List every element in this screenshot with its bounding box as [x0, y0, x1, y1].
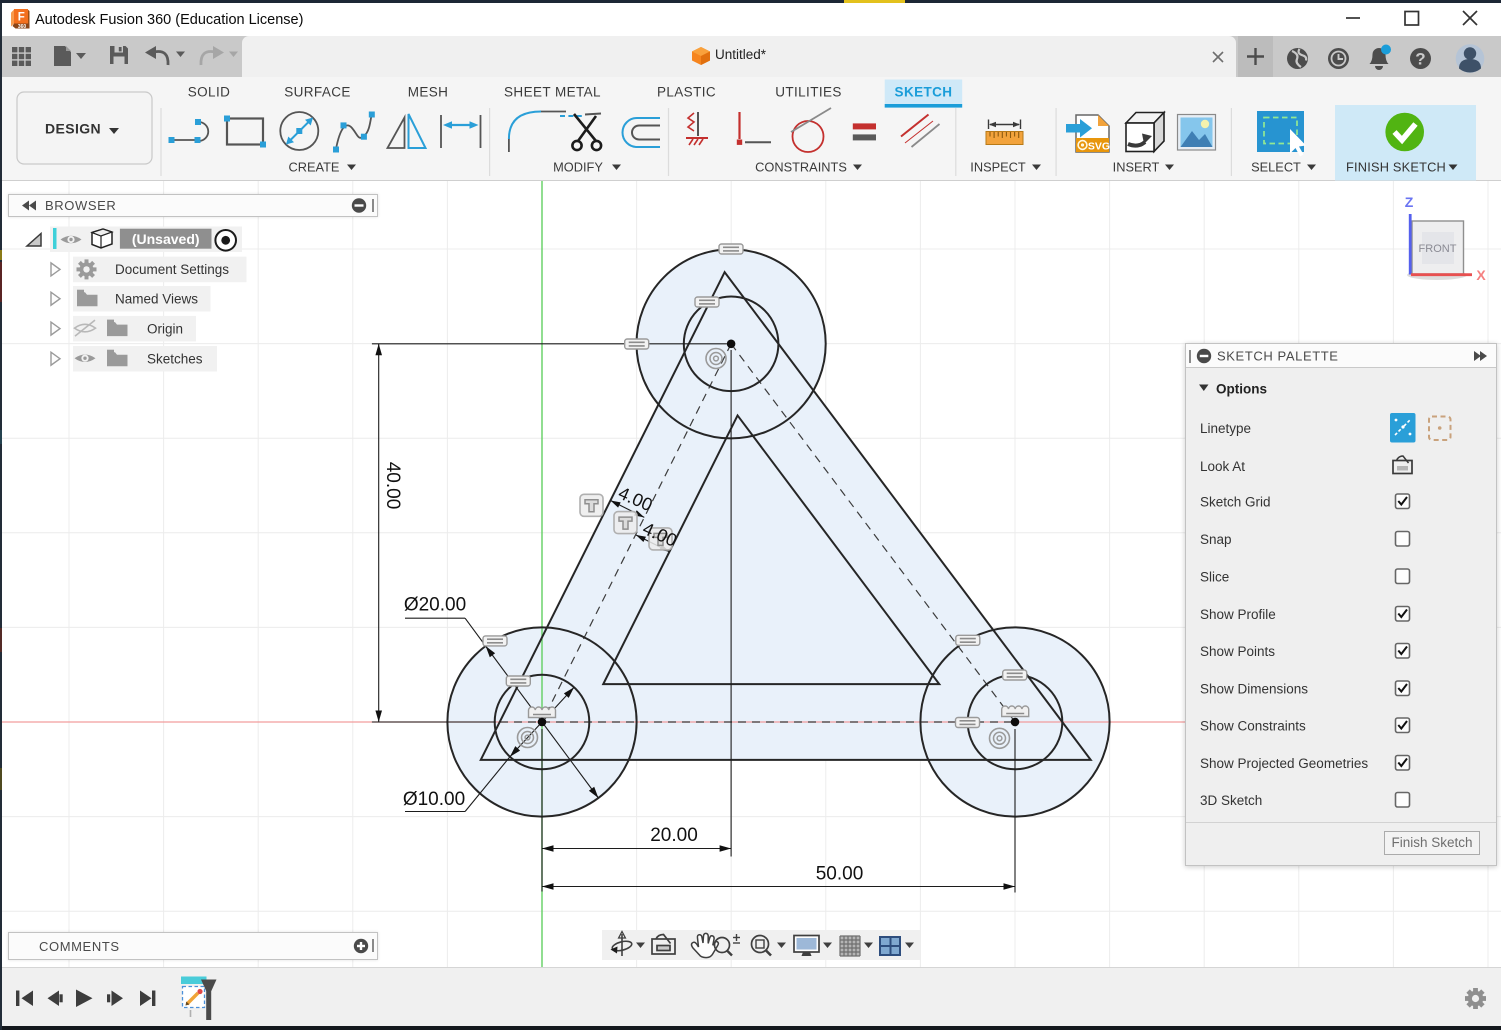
svg-text:FINISH SKETCH: FINISH SKETCH	[1346, 160, 1446, 175]
svg-text:Z: Z	[1405, 194, 1414, 210]
svg-text:20.00: 20.00	[650, 825, 698, 846]
svg-text:Show Points: Show Points	[1200, 644, 1275, 659]
svg-text:Show Dimensions: Show Dimensions	[1200, 681, 1308, 696]
svg-text:SKETCH: SKETCH	[895, 85, 953, 100]
svg-text:Slice: Slice	[1200, 569, 1229, 584]
svg-text:Named Views: Named Views	[115, 292, 198, 307]
svg-text:X: X	[1476, 267, 1486, 283]
svg-text:(Unsaved): (Unsaved)	[132, 231, 200, 247]
svg-text:SELECT: SELECT	[1251, 160, 1301, 175]
svg-text:F: F	[18, 12, 25, 24]
svg-text:MESH: MESH	[408, 85, 449, 100]
svg-text:COMMENTS: COMMENTS	[39, 939, 120, 954]
svg-text:UTILITIES: UTILITIES	[775, 85, 842, 100]
svg-text:Linetype: Linetype	[1200, 421, 1251, 436]
svg-text:Origin: Origin	[147, 321, 183, 336]
svg-text:INSERT: INSERT	[1113, 160, 1160, 175]
svg-text:FRONT: FRONT	[1419, 243, 1457, 255]
svg-text:SHEET METAL: SHEET METAL	[504, 85, 601, 100]
svg-text:PLASTIC: PLASTIC	[657, 85, 716, 100]
svg-text:360: 360	[18, 24, 27, 29]
svg-text:Ø10.00: Ø10.00	[403, 789, 465, 810]
svg-text:40.00: 40.00	[382, 462, 403, 510]
svg-text:Document Settings: Document Settings	[115, 262, 229, 277]
svg-text:Sketches: Sketches	[147, 352, 203, 367]
svg-text:SVG: SVG	[1088, 141, 1110, 153]
svg-text:INSPECT: INSPECT	[970, 160, 1026, 175]
svg-text:DESIGN: DESIGN	[45, 121, 101, 137]
svg-text:SKETCH PALETTE: SKETCH PALETTE	[1217, 349, 1339, 364]
svg-text:3D Sketch: 3D Sketch	[1200, 793, 1262, 808]
svg-text:SURFACE: SURFACE	[284, 85, 351, 100]
svg-text:Show Constraints: Show Constraints	[1200, 718, 1306, 733]
svg-text:BROWSER: BROWSER	[45, 198, 116, 213]
svg-text:Snap: Snap	[1200, 532, 1232, 547]
svg-text:Options: Options	[1216, 382, 1267, 397]
svg-text:50.00: 50.00	[816, 864, 864, 885]
svg-text:CONSTRAINTS: CONSTRAINTS	[755, 160, 847, 175]
svg-text:?: ?	[1415, 50, 1425, 69]
svg-text:Sketch Grid: Sketch Grid	[1200, 494, 1271, 509]
svg-text:Show Profile: Show Profile	[1200, 607, 1276, 622]
svg-text:SOLID: SOLID	[188, 85, 231, 100]
svg-text:Ø20.00: Ø20.00	[404, 595, 466, 616]
svg-text:Show Projected Geometries: Show Projected Geometries	[1200, 756, 1368, 771]
svg-text:MODIFY: MODIFY	[553, 160, 603, 175]
svg-text:CREATE: CREATE	[289, 160, 340, 175]
svg-text:Look At: Look At	[1200, 459, 1245, 474]
